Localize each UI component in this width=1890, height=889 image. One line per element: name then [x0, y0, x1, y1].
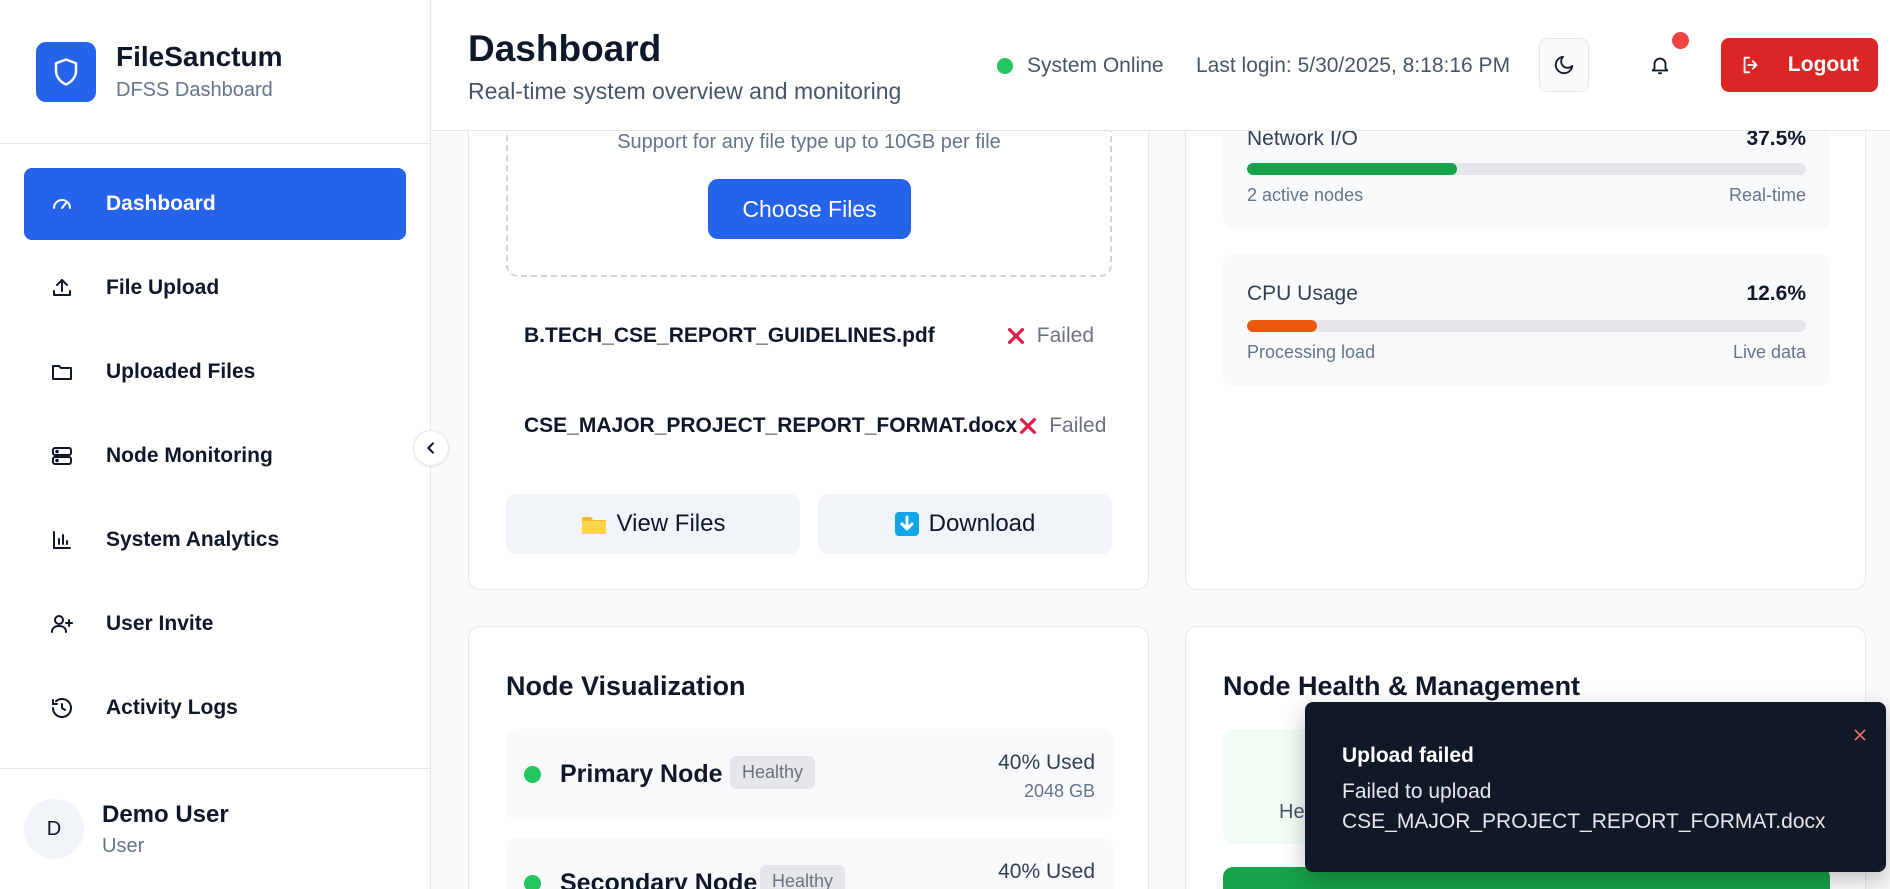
- progress-track: [1247, 163, 1806, 175]
- sidebar: FileSanctum DFSS Dashboard Dashboard Fil…: [0, 0, 431, 889]
- sidebar-item-label: Dashboard: [106, 192, 216, 215]
- close-icon: [1854, 729, 1866, 741]
- sidebar-item-user-invite[interactable]: User Invite: [24, 588, 406, 660]
- last-login: Last login: 5/30/2025, 8:18:16 PM: [1196, 54, 1511, 77]
- node-status-dot: [524, 766, 541, 783]
- sidebar-collapse-button[interactable]: [413, 430, 449, 466]
- moon-icon: [1554, 55, 1574, 75]
- history-icon: [48, 694, 76, 722]
- server-icon: [48, 442, 76, 470]
- node-status-dot: [524, 875, 541, 889]
- node-usage: 40% Used: [998, 860, 1095, 883]
- progress-fill: [1247, 163, 1457, 175]
- sidebar-item-label: Activity Logs: [106, 696, 238, 719]
- metric-footnote: Live data: [1732, 342, 1806, 362]
- node-usage: 40% Used: [998, 751, 1095, 774]
- gauge-icon: [48, 190, 76, 218]
- user-plus-icon: [48, 610, 76, 638]
- card-title: Node Visualization: [506, 671, 746, 701]
- choose-files-button[interactable]: Choose Files: [708, 179, 911, 239]
- folder-icon: [48, 358, 76, 386]
- x-mark-icon: [1007, 327, 1024, 345]
- sidebar-item-activity-logs[interactable]: Activity Logs: [24, 672, 406, 744]
- status-dot: [997, 58, 1013, 74]
- folder-icon: [581, 513, 607, 535]
- health-tile-text: He: [1279, 801, 1305, 823]
- card-title: Node Health & Management: [1223, 671, 1581, 701]
- user-profile[interactable]: D Demo User User: [0, 768, 431, 889]
- bell-icon: [1651, 57, 1669, 75]
- view-files-label: View Files: [616, 510, 726, 537]
- status-text: System Online: [1027, 54, 1164, 77]
- sidebar-item-label: Uploaded Files: [106, 360, 256, 383]
- node-capacity: 2048 GB: [1023, 781, 1095, 801]
- metric-footnote: Real-time: [1728, 185, 1806, 205]
- metric-value: 12.6%: [1746, 282, 1806, 305]
- page-title: Dashboard: [468, 28, 662, 69]
- brand: FileSanctum DFSS Dashboard: [0, 0, 430, 144]
- sidebar-item-label: File Upload: [106, 276, 220, 299]
- sidebar-item-dashboard[interactable]: Dashboard: [24, 168, 406, 240]
- brand-subtitle: DFSS Dashboard: [116, 79, 273, 101]
- x-mark-icon: [1020, 417, 1037, 435]
- system-metrics-card: Network I/O 37.5% 2 active nodes Real-ti…: [1185, 90, 1866, 590]
- sidebar-item-uploaded-files[interactable]: Uploaded Files: [24, 336, 406, 408]
- system-status: System Online: [997, 54, 1164, 78]
- sidebar-nav: Dashboard File Upload Uploaded Files Nod…: [0, 144, 430, 744]
- sidebar-item-node-monitoring[interactable]: Node Monitoring: [24, 420, 406, 492]
- upload-support-text: Support for any file type up to 10GB per…: [617, 131, 1001, 153]
- toast-close-button[interactable]: [1845, 720, 1875, 750]
- page-header: Dashboard Real-time system overview and …: [432, 0, 1890, 131]
- status-badge: Healthy: [760, 865, 846, 889]
- file-name: B.TECH_CSE_REPORT_GUIDELINES.pdf: [524, 324, 935, 347]
- bar-chart-icon: [48, 526, 76, 554]
- file-status-label: Failed: [1049, 414, 1107, 437]
- file-status-label: Failed: [1036, 324, 1094, 347]
- node-row[interactable]: Secondary Node Healthy 40% Used: [506, 838, 1113, 889]
- theme-toggle-button[interactable]: [1539, 38, 1589, 92]
- upload-card: Support for any file type up to 10GB per…: [468, 90, 1149, 590]
- user-name: Demo User: [102, 800, 229, 828]
- download-arrow-icon: [894, 512, 919, 536]
- chevron-left-icon: [427, 442, 434, 454]
- file-status: Failed: [1017, 414, 1106, 438]
- file-name: CSE_MAJOR_PROJECT_REPORT_FORMAT.docx: [524, 414, 1018, 437]
- node-name: Secondary Node: [560, 869, 758, 889]
- logout-button[interactable]: Logout: [1721, 38, 1878, 92]
- sidebar-item-label: System Analytics: [106, 528, 280, 551]
- node-row[interactable]: Primary Node Healthy 40% Used 2048 GB: [506, 729, 1113, 819]
- download-button[interactable]: Download: [818, 494, 1112, 554]
- avatar: D: [24, 799, 84, 859]
- page-subtitle: Real-time system overview and monitoring: [468, 78, 902, 104]
- file-status: Failed: [1005, 324, 1094, 348]
- sidebar-item-label: Node Monitoring: [106, 444, 273, 467]
- status-badge: Healthy: [730, 756, 816, 789]
- download-label: Download: [928, 510, 1036, 537]
- node-name: Primary Node: [560, 760, 723, 788]
- node-visualization-card: Node Visualization Primary Node Healthy …: [468, 626, 1149, 889]
- sidebar-item-system-analytics[interactable]: System Analytics: [24, 504, 406, 576]
- toast-title: Upload failed: [1342, 744, 1474, 767]
- shield-logo-icon: [36, 41, 96, 102]
- sidebar-item-file-upload[interactable]: File Upload: [24, 252, 406, 324]
- metric-cpu-usage: CPU Usage 12.6% Processing load Live dat…: [1223, 254, 1830, 386]
- upload-icon: [48, 274, 76, 302]
- metric-footnote: 2 active nodes: [1247, 185, 1364, 205]
- progress-fill: [1247, 320, 1318, 332]
- sidebar-item-label: User Invite: [106, 612, 214, 635]
- notification-badge: [1672, 32, 1689, 49]
- view-files-button[interactable]: View Files: [506, 494, 800, 554]
- metric-label: CPU Usage: [1247, 282, 1358, 305]
- file-row: CSE_MAJOR_PROJECT_REPORT_FORMAT.docx Fai…: [524, 406, 1106, 446]
- logout-icon: [1743, 56, 1758, 74]
- toast-message: Failed to upload CSE_MAJOR_PROJECT_REPOR…: [1342, 780, 1826, 833]
- metric-footnote: Processing load: [1247, 342, 1376, 362]
- logout-label: Logout: [1787, 53, 1860, 76]
- error-toast: Upload failed Failed to upload CSE_MAJOR…: [1305, 702, 1886, 872]
- file-row: B.TECH_CSE_REPORT_GUIDELINES.pdf Failed: [524, 316, 1094, 356]
- user-role: User: [102, 834, 145, 857]
- progress-track: [1247, 320, 1806, 332]
- brand-title: FileSanctum: [116, 41, 283, 72]
